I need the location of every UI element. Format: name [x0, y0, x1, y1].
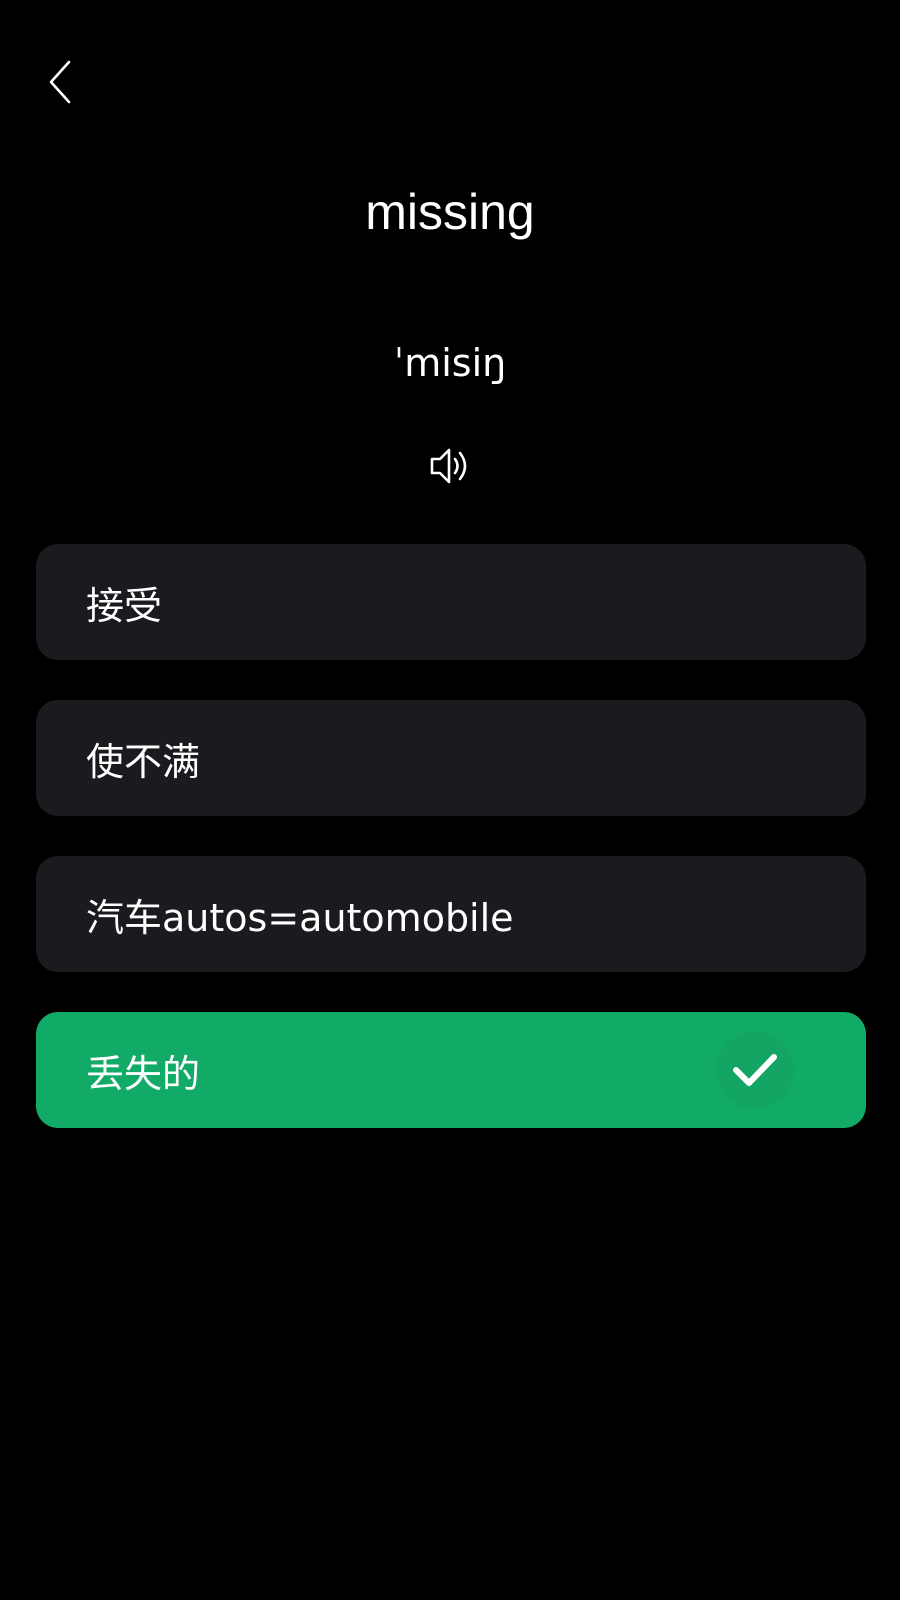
checkmark-icon: [733, 1054, 777, 1086]
chevron-left-icon: [49, 60, 71, 104]
answer-option-label: 使不满: [86, 739, 201, 784]
correct-badge: [716, 1031, 794, 1109]
answer-option-label: 汽车autos=automobile: [86, 895, 514, 940]
answer-option-4-correct[interactable]: 丢失的: [36, 1012, 866, 1128]
back-button[interactable]: [36, 52, 84, 112]
answer-option-1[interactable]: 接受: [36, 544, 866, 660]
answer-option-3[interactable]: 汽车autos=automobile: [36, 856, 866, 972]
speaker-icon: [430, 448, 467, 484]
answer-option-label: 丢失的: [86, 1051, 201, 1096]
word-title: missing: [365, 184, 535, 240]
answer-option-label: 接受: [86, 583, 163, 628]
phonetic-transcription: ˈmisiŋ: [393, 341, 507, 385]
answer-options: 接受 使不满 汽车autos=automobile 丢失的: [36, 544, 866, 1168]
pronounce-button[interactable]: [428, 444, 474, 488]
answer-option-2[interactable]: 使不满: [36, 700, 866, 816]
